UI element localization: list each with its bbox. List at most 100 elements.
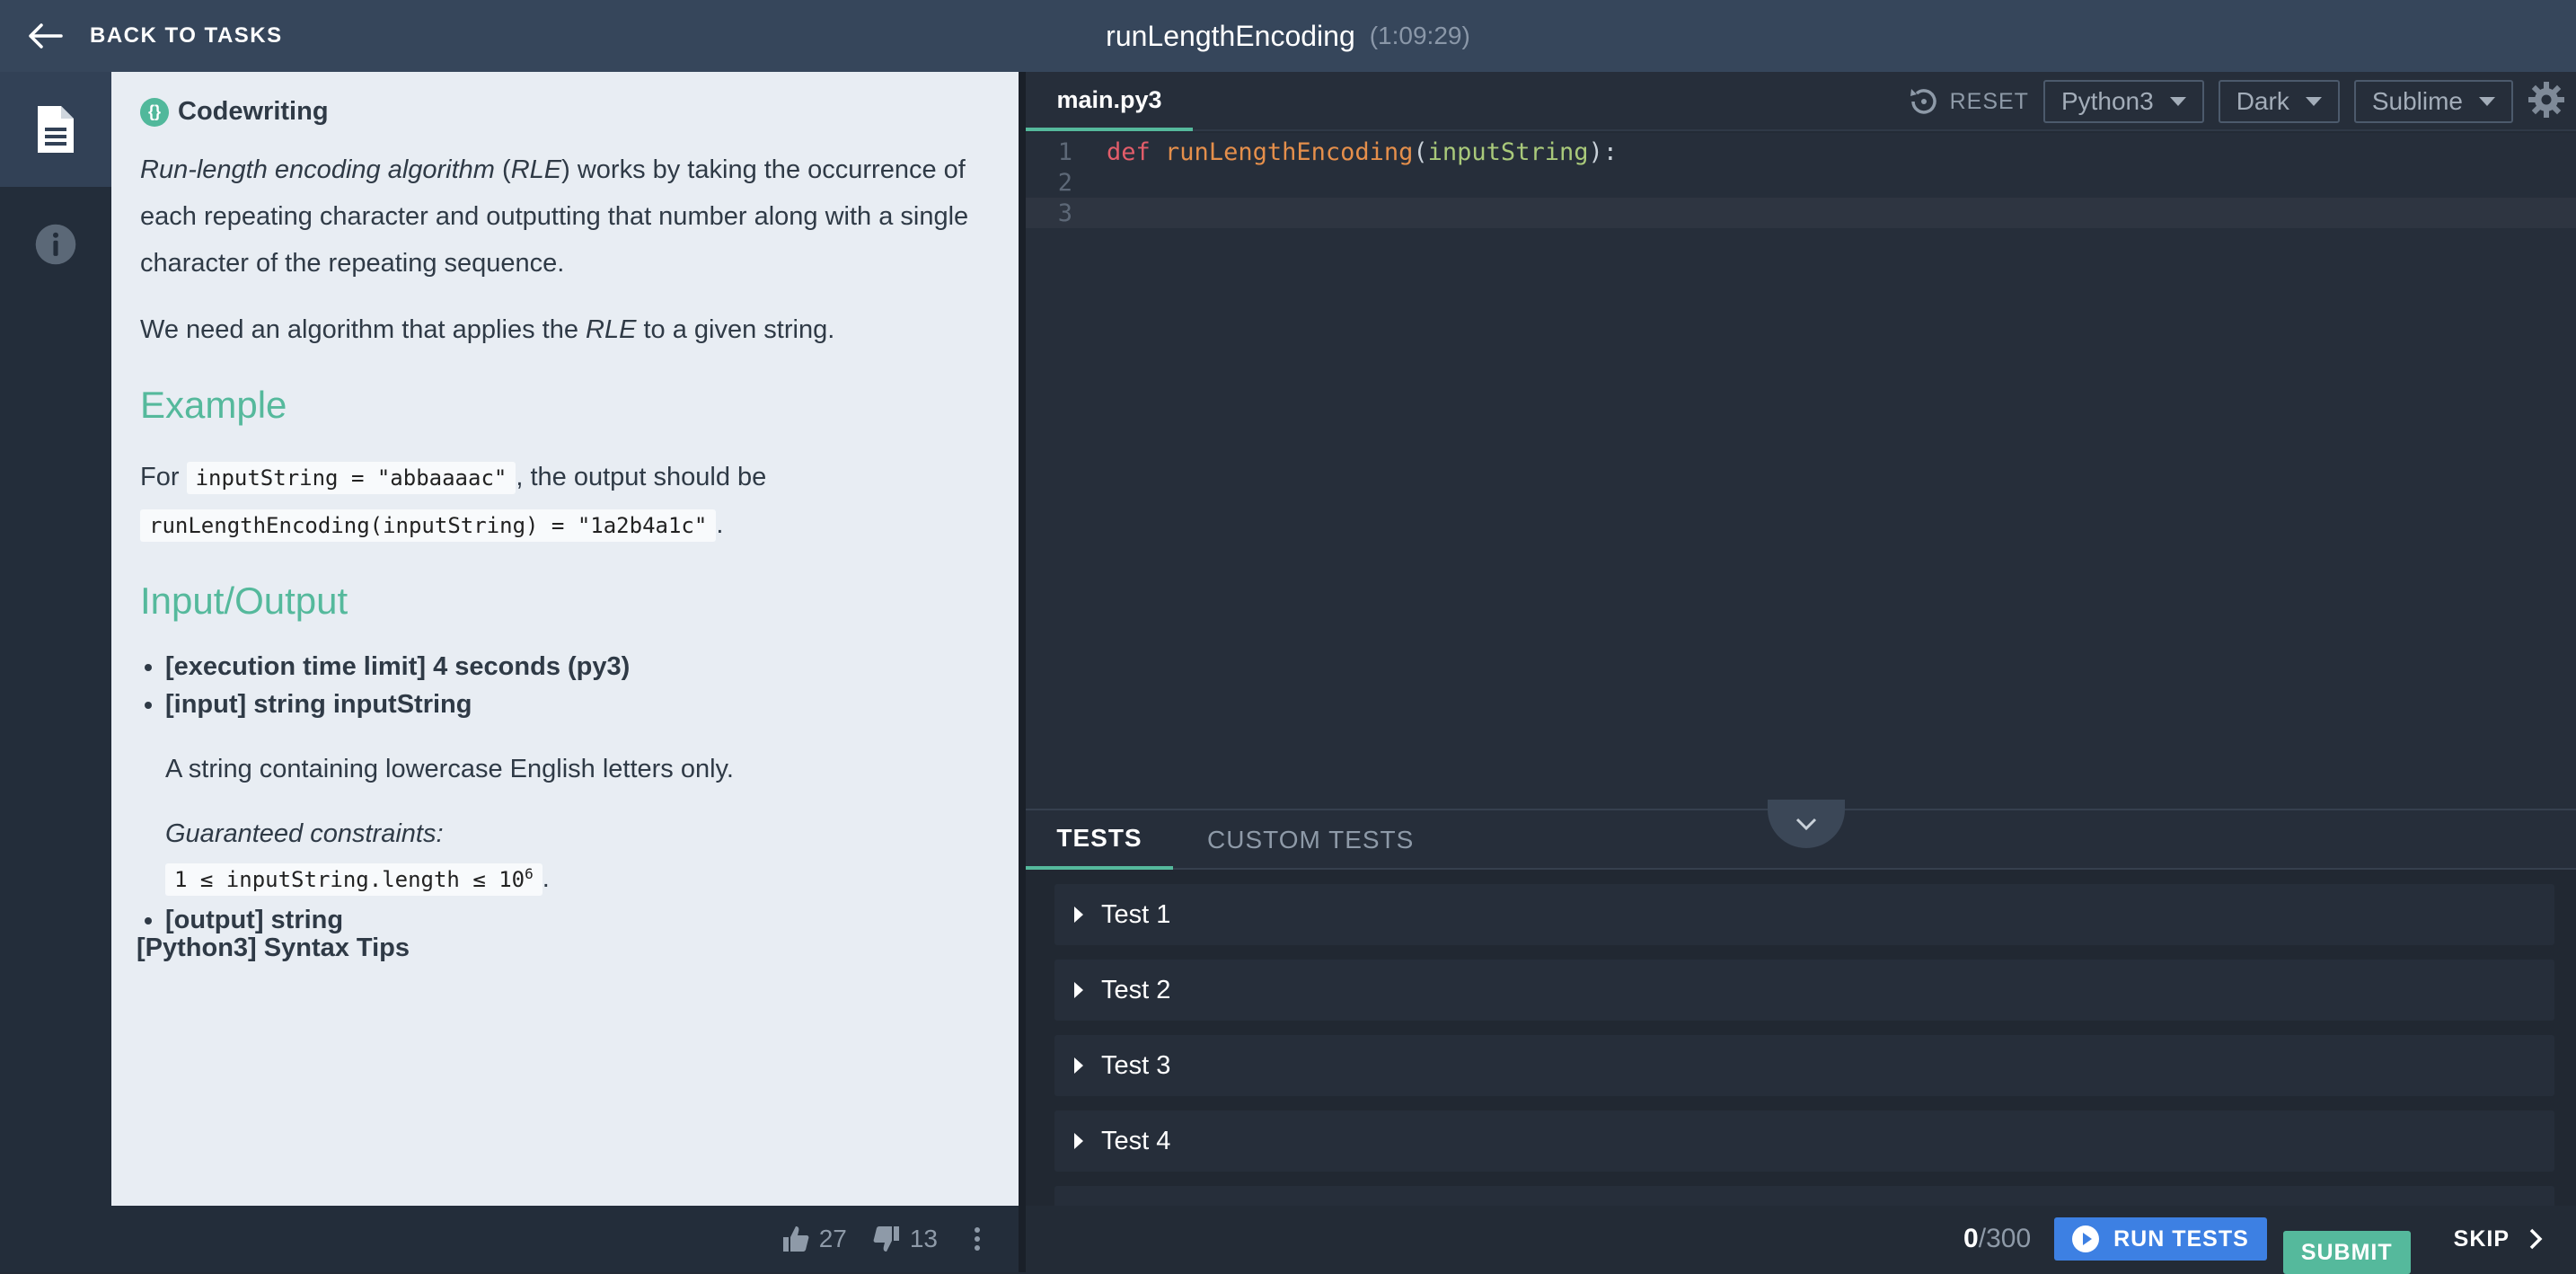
- description-footer: 27 13: [0, 1206, 1019, 1272]
- punct-token: ):: [1588, 137, 1618, 166]
- constraint-text: 1 ≤ inputString.length ≤ 10: [174, 867, 525, 892]
- editor-controls: RESET Python3 Dark Sublime: [1907, 79, 2565, 124]
- score-total: /300: [1978, 1224, 2032, 1253]
- more-vertical-icon: [975, 1227, 980, 1251]
- reset-button[interactable]: RESET: [1907, 84, 2029, 119]
- test-label: Test 3: [1101, 1050, 1171, 1080]
- caret-down-icon: [2169, 97, 2186, 106]
- theme-select[interactable]: Dark: [2218, 80, 2340, 123]
- tab-tests[interactable]: TESTS: [1026, 810, 1173, 870]
- test-label: Test 1: [1101, 899, 1171, 929]
- task-type-label: Codewriting: [178, 97, 329, 126]
- tests-list: Test 1 Test 2 Test 3 Test 4: [1026, 870, 2576, 1206]
- editor-toolbar: main.py3 RESET Python3 Dark Sublime: [1026, 72, 2576, 131]
- language-value: Python3: [2060, 87, 2154, 115]
- settings-button[interactable]: [2527, 81, 2565, 123]
- like-button[interactable]: 27: [781, 1225, 847, 1253]
- rle-abbr: RLE: [510, 155, 562, 184]
- keymap-value: Sublime: [2371, 87, 2463, 115]
- test-item[interactable]: Test 1: [1054, 884, 2554, 945]
- task-description: {} Codewriting Run-length encoding algor…: [111, 72, 1019, 1206]
- test-item[interactable]: Test 4: [1054, 1110, 2554, 1172]
- document-icon: [38, 106, 74, 153]
- rle-abbr: RLE: [586, 315, 637, 344]
- dislike-count: 13: [909, 1225, 938, 1252]
- test-item[interactable]: Test 2: [1054, 960, 2554, 1021]
- info-icon: [35, 224, 76, 265]
- code-editor[interactable]: 1 def runLengthEncoding(inputString): 2 …: [1026, 133, 2576, 809]
- file-tab-main[interactable]: main.py3: [1026, 72, 1193, 131]
- text-fragment: (: [494, 155, 511, 184]
- text-fragment: We need an algorithm that applies the: [140, 315, 587, 344]
- description-paragraph-2: We need an algorithm that applies the RL…: [140, 306, 990, 353]
- score-value: 0: [1963, 1224, 1979, 1253]
- code-line: 1 def runLengthEncoding(inputString):: [1026, 137, 2576, 167]
- text-fragment: .: [542, 864, 550, 893]
- editor-footer: 0/300 RUN TESTS SUBMIT SKIP: [1026, 1206, 2576, 1274]
- score: 0/300: [1963, 1224, 2031, 1254]
- skip-button[interactable]: SKIP: [2454, 1226, 2545, 1252]
- punct-token: (: [1413, 137, 1428, 166]
- test-label: Test 2: [1101, 975, 1171, 1004]
- left-rail: [0, 72, 111, 1206]
- codewriting-header: {} Codewriting: [140, 97, 990, 127]
- more-options-button[interactable]: [963, 1225, 992, 1253]
- io-list: [execution time limit] 4 seconds (py3) […: [140, 648, 990, 939]
- constraints-label: Guaranteed constraints:: [165, 819, 444, 848]
- reset-icon: [1910, 89, 1936, 114]
- test-label: Test 4: [1101, 1126, 1171, 1155]
- panel-splitter[interactable]: [1019, 72, 1026, 1272]
- text-fragment: to a given string.: [636, 315, 835, 344]
- list-item: [execution time limit] 4 seconds (py3): [165, 648, 990, 686]
- example-output-code: runLengthEncoding(inputString) = "1a2b4a…: [140, 509, 717, 542]
- top-bar: BACK TO TASKS runLengthEncoding (1:09:29…: [0, 0, 2576, 72]
- constraint-line: 1 ≤ inputString.length ≤ 106.: [165, 853, 990, 901]
- caret-right-icon: [1074, 982, 1083, 998]
- text-fragment: , the output should be: [516, 463, 767, 491]
- caret-down-icon: [2479, 97, 2495, 106]
- constraint-exponent: 6: [525, 865, 534, 882]
- text-fragment: .: [716, 510, 724, 539]
- task-title: runLengthEncoding: [1106, 19, 1355, 52]
- description-paragraph-1: Run-length encoding algorithm (RLE) work…: [140, 146, 990, 287]
- submit-button[interactable]: SUBMIT: [2282, 1231, 2411, 1274]
- code-line-current: 3: [1026, 198, 2576, 228]
- language-select[interactable]: Python3: [2042, 80, 2204, 123]
- line-number: 3: [1057, 199, 1072, 227]
- timer: (1:09:29): [1369, 22, 1470, 49]
- test-item-partial[interactable]: [1054, 1186, 2554, 1206]
- dislike-button[interactable]: 13: [872, 1225, 938, 1253]
- rail-info-tab[interactable]: [0, 187, 111, 302]
- run-tests-button[interactable]: RUN TESTS: [2054, 1217, 2267, 1261]
- rail-description-tab[interactable]: [0, 72, 111, 187]
- theme-value: Dark: [2236, 87, 2289, 115]
- gear-icon: [2528, 81, 2564, 118]
- line-number: 1: [1057, 137, 1072, 166]
- caret-right-icon: [1074, 1057, 1083, 1074]
- chevron-down-icon: [1795, 818, 1817, 831]
- submit-label: SUBMIT: [2300, 1240, 2393, 1265]
- keymap-select[interactable]: Sublime: [2353, 80, 2513, 123]
- chevron-right-icon: [2529, 1228, 2543, 1250]
- braces-icon: {}: [140, 97, 169, 127]
- param-token: inputString: [1427, 137, 1589, 166]
- rle-term: Run-length encoding algorithm: [140, 155, 495, 184]
- caret-down-icon: [2305, 97, 2322, 106]
- run-tests-label: RUN TESTS: [2113, 1225, 2249, 1252]
- function-name-token: runLengthEncoding: [1165, 137, 1414, 166]
- example-paragraph: For inputString = "abbaaaac", the output…: [140, 454, 990, 549]
- thumbs-up-icon: [782, 1226, 809, 1252]
- input-label: [input] string inputString: [165, 690, 472, 719]
- example-heading: Example: [140, 384, 287, 426]
- line-number: 2: [1057, 168, 1072, 197]
- syntax-tips[interactable]: [Python3] Syntax Tips: [137, 933, 990, 963]
- tab-custom-tests[interactable]: CUSTOM TESTS: [1207, 810, 1414, 870]
- io-heading: Input/Output: [140, 579, 348, 622]
- code-content: def runLengthEncoding(inputString):: [1107, 138, 1618, 166]
- skip-label: SKIP: [2453, 1225, 2510, 1252]
- like-count: 27: [818, 1225, 847, 1252]
- text-fragment: For: [140, 463, 187, 491]
- caret-right-icon: [1074, 1133, 1083, 1149]
- test-item[interactable]: Test 3: [1054, 1035, 2554, 1096]
- collapse-tests-button[interactable]: [1768, 800, 1845, 848]
